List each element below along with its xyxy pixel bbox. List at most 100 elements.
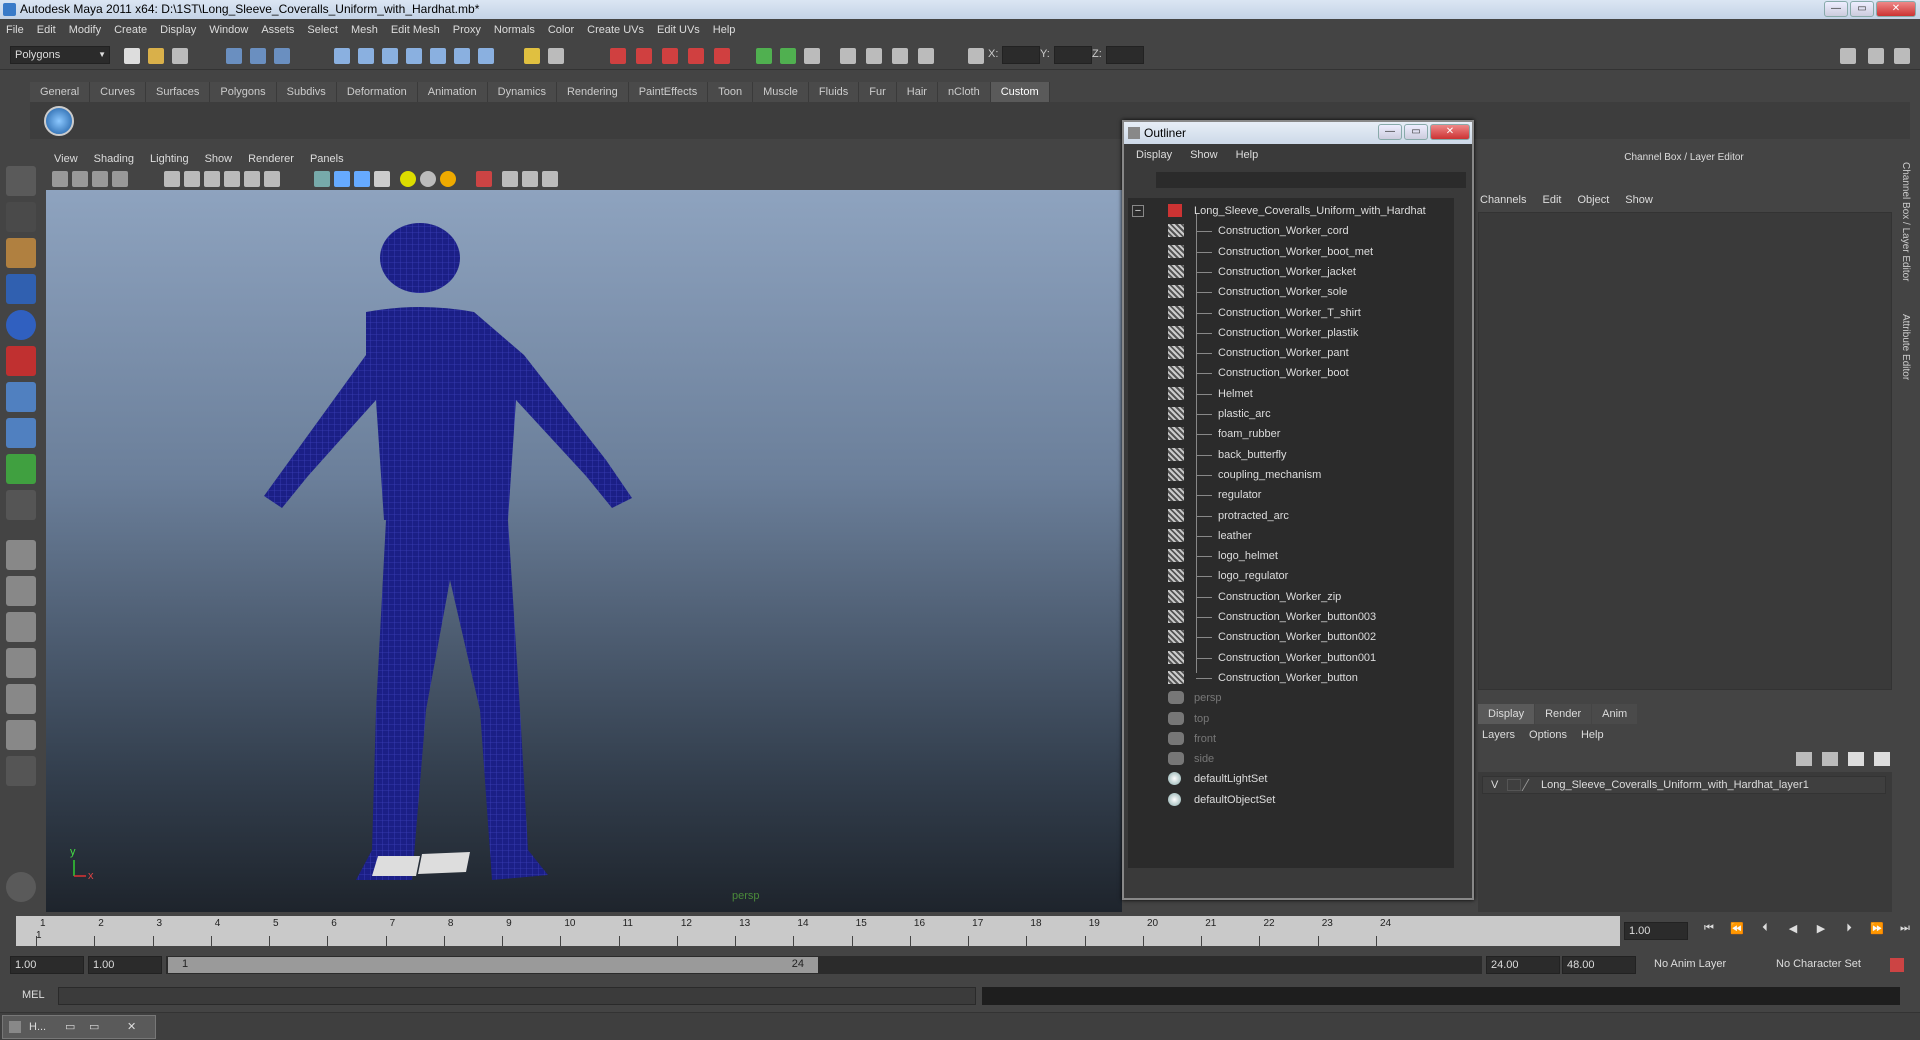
shadows-icon[interactable] <box>440 171 456 187</box>
outliner-menu-help[interactable]: Help <box>1236 149 1259 161</box>
minimized-window[interactable]: H... ▭ ▭ ✕ <box>2 1015 156 1039</box>
hud-icon[interactable] <box>542 171 558 187</box>
soft-mod-tool-icon[interactable] <box>6 418 36 448</box>
layer-editor-icon[interactable] <box>918 48 934 64</box>
safe-action-icon[interactable] <box>264 171 280 187</box>
tree-child-node[interactable]: Construction_Worker_sole <box>1168 283 1347 301</box>
camera-attrs-icon[interactable] <box>72 171 88 187</box>
camera-select-icon[interactable] <box>52 171 68 187</box>
auto-key-icon[interactable] <box>1890 958 1904 972</box>
shelf-tab-surfaces[interactable]: Surfaces <box>145 82 211 102</box>
snap-live-icon[interactable] <box>454 48 470 64</box>
layer-down-icon[interactable] <box>1874 752 1890 766</box>
shelf-tab-animation[interactable]: Animation <box>417 82 488 102</box>
maximize-icon[interactable]: ▭ <box>89 1016 99 1038</box>
layer-visibility-toggle[interactable]: V <box>1491 779 1498 791</box>
paint-select-tool-icon[interactable] <box>6 238 36 268</box>
scene-tool-icon[interactable] <box>6 872 36 902</box>
menu-mesh[interactable]: Mesh <box>351 24 378 36</box>
tree-root-node[interactable]: Long_Sleeve_Coveralls_Uniform_with_Hardh… <box>1168 202 1426 220</box>
shelf-tab-fluids[interactable]: Fluids <box>808 82 860 102</box>
tree-child-node[interactable]: leather <box>1168 527 1252 545</box>
shelf-tab-curves[interactable]: Curves <box>90 82 146 102</box>
dope-sheet-layout-icon[interactable] <box>6 720 36 750</box>
isolate-select-icon[interactable] <box>476 171 492 187</box>
shelf-tab-muscle[interactable]: Muscle <box>753 82 809 102</box>
snap-curve-icon[interactable] <box>358 48 374 64</box>
tree-camera-node[interactable]: top <box>1168 710 1209 728</box>
outliner-vertical-scrollbar[interactable] <box>1454 198 1468 868</box>
channel-menu-object[interactable]: Object <box>1577 194 1609 206</box>
rotate-tool-icon[interactable] <box>6 310 36 340</box>
four-pane-layout-icon[interactable] <box>6 576 36 606</box>
channel-box-side-tab[interactable]: Channel Box / Layer Editor <box>1900 162 1911 282</box>
outliner-titlebar[interactable]: Outliner — ▭ ✕ <box>1124 122 1472 144</box>
anim-layer-dropdown[interactable]: No Anim Layer <box>1650 956 1762 974</box>
animation-start-field[interactable]: 1.00 <box>10 956 84 974</box>
tree-camera-node[interactable]: side <box>1168 750 1214 768</box>
time-slider[interactable]: 1 2 3 4 5 6 7 8 9 10 11 12 13 14 15 16 17 18 19 20 21 22 23 24 1 <box>16 916 1620 946</box>
menu-edit[interactable]: Edit <box>37 24 56 36</box>
shelf-tab-toon[interactable]: Toon <box>708 82 754 102</box>
layer-menu-options[interactable]: Options <box>1529 729 1567 741</box>
perspective-viewport[interactable]: y x persp <box>46 190 1122 912</box>
viewport-menu-lighting[interactable]: Lighting <box>150 153 189 165</box>
viewport-menu-view[interactable]: View <box>54 153 78 165</box>
snap-plane-icon[interactable] <box>406 48 422 64</box>
menu-file[interactable]: File <box>6 24 24 36</box>
menu-edit-uvs[interactable]: Edit UVs <box>657 24 700 36</box>
tree-child-node[interactable]: Construction_Worker_cord <box>1168 222 1349 240</box>
viewport-menu-panels[interactable]: Panels <box>310 153 344 165</box>
wireframe-on-shaded-icon[interactable] <box>354 171 370 187</box>
tree-child-node[interactable]: Helmet <box>1168 385 1253 403</box>
restore-icon[interactable]: ▭ <box>65 1016 75 1038</box>
single-pane-layout-icon[interactable] <box>6 540 36 570</box>
menu-edit-mesh[interactable]: Edit Mesh <box>391 24 440 36</box>
outliner-menu-display[interactable]: Display <box>1136 149 1172 161</box>
channel-menu-edit[interactable]: Edit <box>1542 194 1561 206</box>
lasso-tool-icon[interactable] <box>6 202 36 232</box>
render-view-icon[interactable] <box>714 48 730 64</box>
tree-child-node[interactable]: logo_regulator <box>1168 567 1288 585</box>
close-button[interactable]: ✕ <box>1876 1 1916 17</box>
panel-layout-3-icon[interactable] <box>1894 48 1910 64</box>
manipulator-tool-icon[interactable] <box>6 382 36 412</box>
move-tool-icon[interactable] <box>6 274 36 304</box>
shelf-tab-ncloth[interactable]: nCloth <box>937 82 991 102</box>
viewport-menu-shading[interactable]: Shading <box>94 153 134 165</box>
snap-grid-icon[interactable] <box>334 48 350 64</box>
snap-view-icon[interactable] <box>478 48 494 64</box>
attribute-editor-side-tab[interactable]: Attribute Editor <box>1900 314 1911 380</box>
menu-color[interactable]: Color <box>548 24 574 36</box>
shelf-tab-dynamics[interactable]: Dynamics <box>487 82 557 102</box>
layer-tab-anim[interactable]: Anim <box>1592 704 1638 724</box>
bookmark-icon[interactable] <box>92 171 108 187</box>
tree-camera-node[interactable]: front <box>1168 730 1216 748</box>
outliner-close-button[interactable]: ✕ <box>1430 124 1470 140</box>
tree-child-node[interactable]: foam_rubber <box>1168 425 1280 443</box>
default-lighting-icon[interactable] <box>400 171 416 187</box>
new-layer-selected-icon[interactable] <box>1822 752 1838 766</box>
image-plane-icon[interactable] <box>112 171 128 187</box>
playback-end-field[interactable]: 24.00 <box>1486 956 1560 974</box>
menu-window[interactable]: Window <box>209 24 248 36</box>
render-settings-icon[interactable] <box>662 48 678 64</box>
layer-color-icon[interactable] <box>1521 779 1541 791</box>
viewport-menu-renderer[interactable]: Renderer <box>248 153 294 165</box>
open-scene-icon[interactable] <box>148 48 164 64</box>
input-mode-icon[interactable] <box>780 48 796 64</box>
all-lights-icon[interactable] <box>420 171 436 187</box>
tree-child-node[interactable]: Construction_Worker_pant <box>1168 344 1349 362</box>
tree-child-node[interactable]: Construction_Worker_boot <box>1168 364 1349 382</box>
menu-display[interactable]: Display <box>160 24 196 36</box>
tree-child-node[interactable]: Construction_Worker_button001 <box>1168 649 1376 667</box>
step-back-key-icon[interactable]: ⏪ <box>1728 922 1746 935</box>
layer-tab-display[interactable]: Display <box>1478 704 1535 724</box>
channel-menu-channels[interactable]: Channels <box>1480 194 1526 206</box>
wireframe-icon[interactable] <box>314 171 330 187</box>
channel-box-area[interactable] <box>1478 212 1892 690</box>
layer-row[interactable]: V Long_Sleeve_Coveralls_Uniform_with_Har… <box>1482 776 1886 794</box>
shelf-tab-subdivs[interactable]: Subdivs <box>276 82 337 102</box>
history-icon[interactable] <box>524 48 540 64</box>
resolution-gate-icon[interactable] <box>204 171 220 187</box>
